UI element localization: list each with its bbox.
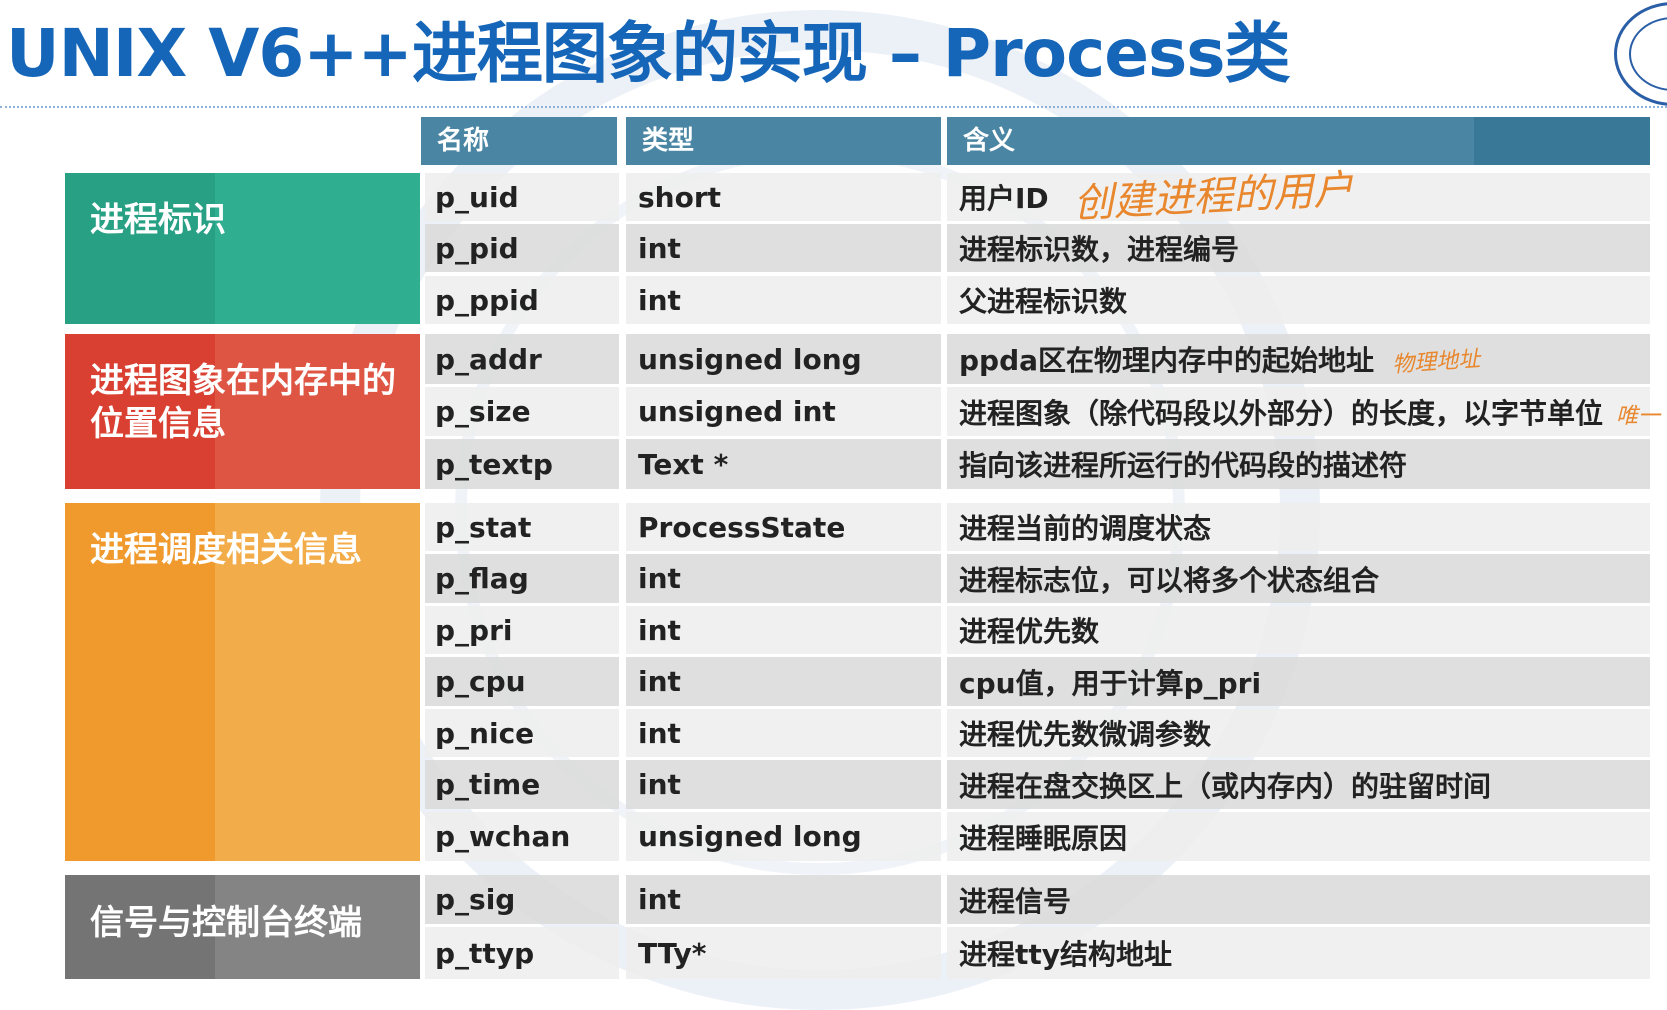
table-row: p_time int 进程在盘交换区上（或内存内）的驻留时间 [425,760,1650,809]
table-row: p_cpu int cpu值，用于计算p_pri [425,657,1650,706]
group-memory-location: 进程图象在内存中的位置信息 [65,334,420,489]
title-divider [0,106,1667,108]
table-row: p_ppid int 父进程标识数 [425,276,1650,324]
table-row: p_flag int 进程标志位，可以将多个状态组合 [425,554,1650,603]
field-type: int [626,657,941,706]
field-meaning: 进程信号 [947,875,1650,924]
field-meaning: ppda区在物理内存中的起始地址 [947,334,1650,384]
group-signal-terminal: 信号与控制台终端 [65,875,420,979]
group-process-id: 进程标识 [65,173,420,324]
column-header-name: 名称 [421,117,617,165]
column-header-type: 类型 [626,117,941,165]
field-name: p_stat [425,503,619,551]
field-name: p_pid [425,224,619,272]
table-row: p_pri int 进程优先数 [425,606,1650,654]
table-row: p_sig int 进程信号 [425,875,1650,924]
field-name: p_addr [425,334,619,384]
field-type: short [626,173,941,221]
field-type: int [626,875,941,924]
field-type: int [626,276,941,324]
university-logo [1614,2,1667,106]
field-type: TTy* [626,927,941,979]
column-header-meaning: 含义 [947,117,1650,165]
field-meaning: 指向该进程所运行的代码段的描述符 [947,439,1650,489]
table-row: p_pid int 进程标识数，进程编号 [425,224,1650,272]
field-name: p_wchan [425,812,619,861]
field-type: int [626,554,941,603]
field-meaning: 进程tty结构地址 [947,927,1650,979]
field-type: ProcessState [626,503,941,551]
field-type: int [626,760,941,809]
field-name: p_textp [425,439,619,489]
table-row: p_size unsigned int 进程图象（除代码段以外部分）的长度，以字… [425,387,1650,436]
field-type: unsigned int [626,387,941,436]
field-meaning: 进程优先数 [947,606,1650,654]
field-name: p_size [425,387,619,436]
table-row: p_stat ProcessState 进程当前的调度状态 [425,503,1650,551]
field-type: int [626,224,941,272]
field-meaning: 进程在盘交换区上（或内存内）的驻留时间 [947,760,1650,809]
field-name: p_ppid [425,276,619,324]
table-row: p_textp Text * 指向该进程所运行的代码段的描述符 [425,439,1650,489]
field-meaning: 进程标志位，可以将多个状态组合 [947,554,1650,603]
field-meaning: 父进程标识数 [947,276,1650,324]
field-name: p_nice [425,709,619,757]
table-row: p_uid short 用户ID [425,173,1650,221]
field-name: p_cpu [425,657,619,706]
group-scheduling: 进程调度相关信息 [65,503,420,861]
field-type: int [626,709,941,757]
slide-title: UNIX V6++进程图象的实现 – Process类 [6,15,1291,92]
field-meaning: cpu值，用于计算p_pri [947,657,1650,706]
handwritten-note-addr: 物理地址 [1391,346,1481,379]
handwritten-note-size: 唯一 [1616,404,1661,429]
field-type: Text * [626,439,941,489]
field-name: p_pri [425,606,619,654]
field-meaning: 进程优先数微调参数 [947,709,1650,757]
field-type: unsigned long [626,334,941,384]
field-type: int [626,606,941,654]
field-name: p_time [425,760,619,809]
field-name: p_ttyp [425,927,619,979]
field-meaning: 进程睡眠原因 [947,812,1650,861]
field-meaning: 进程标识数，进程编号 [947,224,1650,272]
field-name: p_flag [425,554,619,603]
table-row: p_wchan unsigned long 进程睡眠原因 [425,812,1650,861]
table-row: p_nice int 进程优先数微调参数 [425,709,1650,757]
field-name: p_uid [425,173,619,221]
table-row: p_ttyp TTy* 进程tty结构地址 [425,927,1650,979]
field-type: unsigned long [626,812,941,861]
field-name: p_sig [425,875,619,924]
field-meaning: 进程当前的调度状态 [947,503,1650,551]
field-meaning: 进程图象（除代码段以外部分）的长度，以字节单位 [947,387,1650,436]
